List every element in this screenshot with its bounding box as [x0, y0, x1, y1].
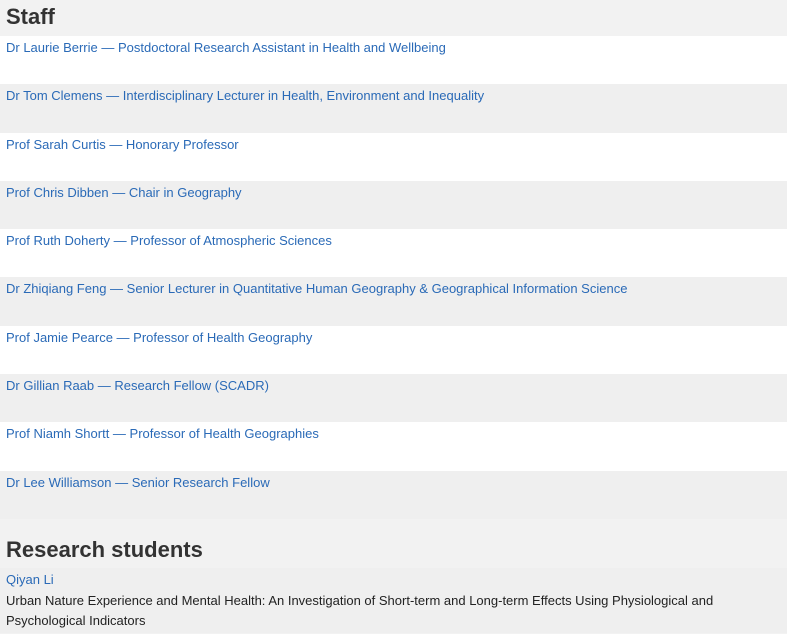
page: Staff Dr Laurie Berrie — Postdoctoral Re…: [0, 0, 787, 634]
staff-link-clemens[interactable]: Dr Tom Clemens — Interdisciplinary Lectu…: [6, 88, 484, 103]
staff-link-raab[interactable]: Dr Gillian Raab — Research Fellow (SCADR…: [6, 378, 269, 393]
staff-link-berrie[interactable]: Dr Laurie Berrie — Postdoctoral Research…: [6, 40, 446, 55]
staff-list: Dr Laurie Berrie — Postdoctoral Research…: [0, 36, 787, 519]
staff-row: Dr Gillian Raab — Research Fellow (SCADR…: [0, 374, 787, 423]
staff-row: Prof Niamh Shortt — Professor of Health …: [0, 422, 787, 471]
staff-link-curtis[interactable]: Prof Sarah Curtis — Honorary Professor: [6, 137, 239, 152]
student-project-title: Urban Nature Experience and Mental Healt…: [6, 592, 714, 628]
staff-heading: Staff: [0, 0, 787, 36]
staff-row: Prof Ruth Doherty — Professor of Atmosph…: [0, 229, 787, 278]
research-students-heading: Research students: [0, 532, 787, 568]
staff-link-pearce[interactable]: Prof Jamie Pearce — Professor of Health …: [6, 330, 312, 345]
staff-row: Dr Laurie Berrie — Postdoctoral Research…: [0, 36, 787, 85]
staff-row: Dr Lee Williamson — Senior Research Fell…: [0, 470, 787, 519]
staff-row: Dr Tom Clemens — Interdisciplinary Lectu…: [0, 84, 787, 133]
section-spacer: [0, 518, 787, 533]
staff-row: Prof Jamie Pearce — Professor of Health …: [0, 325, 787, 375]
staff-row: Dr Zhiqiang Feng — Senior Lecturer in Qu…: [0, 277, 787, 326]
staff-link-williamson[interactable]: Dr Lee Williamson — Senior Research Fell…: [6, 475, 270, 490]
staff-link-shortt[interactable]: Prof Niamh Shortt — Professor of Health …: [6, 426, 319, 441]
staff-row: Prof Sarah Curtis — Honorary Professor: [0, 132, 787, 181]
staff-row: Prof Chris Dibben — Chair in Geography: [0, 180, 787, 230]
staff-link-dibben[interactable]: Prof Chris Dibben — Chair in Geography: [6, 185, 242, 200]
student-name-link[interactable]: Qiyan Li: [6, 570, 787, 589]
student-entry: Qiyan Li Urban Nature Experience and Men…: [0, 567, 787, 633]
staff-link-feng[interactable]: Dr Zhiqiang Feng — Senior Lecturer in Qu…: [6, 281, 627, 296]
staff-link-doherty[interactable]: Prof Ruth Doherty — Professor of Atmosph…: [6, 233, 332, 248]
